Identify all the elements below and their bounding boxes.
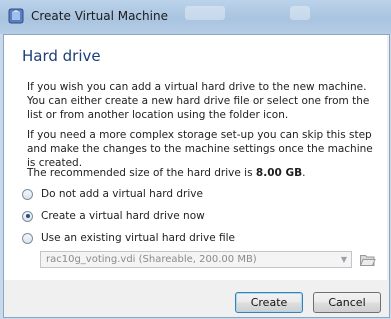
recommended-size-suffix: . [302, 167, 306, 179]
storage-hint-text: If you need a more complex storage set-u… [27, 129, 373, 169]
page-title: Hard drive [22, 47, 101, 65]
titlebar-background [290, 6, 310, 20]
option-no-hard-drive[interactable]: Do not add a virtual hard drive [22, 187, 203, 201]
folder-open-icon[interactable] [359, 251, 376, 268]
recommended-size-value: 8.00 GB [255, 167, 303, 179]
window-title: Create Virtual Machine [31, 9, 168, 23]
title-bar[interactable]: Create Virtual Machine [0, 0, 391, 34]
existing-disk-select[interactable]: rac10g_voting.vdi (Shareable, 200.00 MB)… [40, 251, 352, 268]
option-label: Use an existing virtual hard drive file [41, 232, 235, 244]
recommended-size-label: The recommended size of the hard drive i… [27, 167, 256, 179]
chevron-down-icon[interactable]: ▼ [341, 255, 347, 264]
create-button[interactable]: Create [235, 292, 303, 313]
existing-disk-value: rac10g_voting.vdi (Shareable, 200.00 MB) [46, 254, 257, 265]
recommended-size-text: The recommended size of the hard drive i… [27, 166, 377, 180]
description-text: If you wish you can add a virtual hard d… [27, 81, 370, 121]
virtualbox-icon [8, 8, 24, 24]
titlebar-background [185, 6, 225, 20]
radio-button[interactable] [22, 188, 33, 200]
option-label: Do not add a virtual hard drive [41, 188, 203, 200]
cancel-button[interactable]: Cancel [313, 292, 381, 313]
radio-button-selected[interactable] [22, 210, 33, 222]
option-use-existing-hard-drive[interactable]: Use an existing virtual hard drive file [22, 231, 235, 245]
create-vm-dialog: Create Virtual Machine Hard drive If you… [0, 0, 391, 319]
option-label: Create a virtual hard drive now [41, 210, 205, 222]
option-create-hard-drive[interactable]: Create a virtual hard drive now [22, 209, 205, 223]
radio-button[interactable] [22, 232, 33, 244]
